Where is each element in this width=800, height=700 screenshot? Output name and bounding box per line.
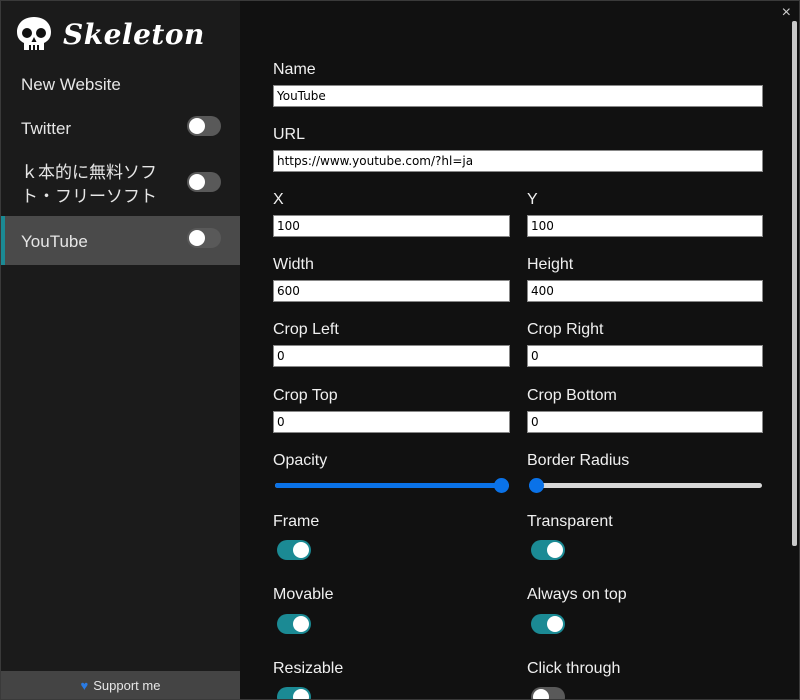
name-label: Name — [273, 61, 316, 78]
url-label: URL — [273, 126, 306, 143]
crop-right-input[interactable]: 0 — [527, 345, 763, 367]
click-through-toggle[interactable] — [531, 687, 565, 699]
transparent-toggle[interactable] — [531, 540, 565, 560]
url-input[interactable]: https://www.youtube.com/?hl=ja — [273, 150, 763, 172]
sidebar-item-youtube[interactable]: YouTube — [1, 216, 240, 265]
width-input[interactable]: 600 — [273, 280, 510, 302]
toggle-knob — [547, 616, 563, 632]
crop-right-label: Crop Right — [527, 321, 604, 338]
frame-toggle[interactable] — [277, 540, 311, 560]
toggle-knob — [293, 542, 309, 558]
click-through-label: Click through — [527, 660, 621, 677]
resizable-label: Resizable — [273, 660, 344, 677]
height-input[interactable]: 400 — [527, 280, 763, 302]
support-me-button[interactable]: ♥ Support me — [1, 671, 240, 699]
opacity-slider[interactable] — [275, 475, 509, 495]
opacity-label: Opacity — [273, 452, 328, 469]
new-website-button[interactable]: New Website — [21, 75, 121, 95]
crop-bottom-label: Crop Bottom — [527, 387, 617, 404]
toggle-knob — [189, 230, 205, 246]
resizable-toggle[interactable] — [277, 687, 311, 699]
active-indicator — [1, 216, 5, 265]
always-on-top-toggle[interactable] — [531, 614, 565, 634]
toggle-knob — [547, 542, 563, 558]
toggle-knob — [189, 118, 205, 134]
sidebar-item-toggle[interactable] — [187, 172, 221, 192]
sidebar-item-label: ｋ本的に無料ソフト・フリーソフト — [21, 163, 157, 206]
width-label: Width — [273, 256, 314, 273]
toggle-knob — [293, 616, 309, 632]
sidebar: Skeleton New Website Twitter ｋ本的に無料ソフト・フ… — [1, 1, 240, 699]
support-label: Support me — [93, 677, 161, 693]
sidebar-item-label: Twitter — [21, 119, 72, 138]
crop-left-input[interactable]: 0 — [273, 345, 510, 367]
border-radius-label: Border Radius — [527, 452, 630, 469]
app-logo: Skeleton — [15, 15, 205, 53]
scrollbar[interactable] — [792, 21, 797, 546]
sidebar-item-twitter[interactable]: Twitter — [1, 112, 240, 142]
heart-icon: ♥ — [80, 677, 89, 693]
skull-icon — [17, 17, 51, 50]
sidebar-item-free-software[interactable]: ｋ本的に無料ソフト・フリーソフト — [1, 156, 240, 210]
height-label: Height — [527, 256, 574, 273]
crop-bottom-input[interactable]: 0 — [527, 411, 763, 433]
slider-thumb[interactable] — [529, 478, 544, 493]
name-input[interactable]: YouTube — [273, 85, 763, 107]
app-window: Skeleton New Website Twitter ｋ本的に無料ソフト・フ… — [0, 0, 800, 700]
y-label: Y — [527, 191, 538, 208]
x-label: X — [273, 191, 284, 208]
close-icon[interactable]: × — [782, 4, 791, 22]
slider-fill — [275, 483, 502, 488]
toggle-knob — [293, 689, 309, 699]
movable-label: Movable — [273, 586, 334, 603]
movable-toggle[interactable] — [277, 614, 311, 634]
transparent-label: Transparent — [527, 513, 613, 530]
sidebar-item-toggle[interactable] — [187, 116, 221, 136]
crop-left-label: Crop Left — [273, 321, 339, 338]
slider-track — [529, 483, 762, 488]
crop-top-input[interactable]: 0 — [273, 411, 510, 433]
toggle-knob — [189, 174, 205, 190]
sidebar-item-label: YouTube — [21, 232, 88, 251]
frame-label: Frame — [273, 513, 320, 530]
always-on-top-label: Always on top — [527, 586, 627, 603]
y-input[interactable]: 100 — [527, 215, 763, 237]
crop-top-label: Crop Top — [273, 387, 338, 404]
toggle-knob — [533, 689, 549, 699]
slider-thumb[interactable] — [494, 478, 509, 493]
sidebar-item-toggle[interactable] — [187, 228, 221, 248]
app-title: Skeleton — [63, 17, 205, 51]
border-radius-slider[interactable] — [529, 475, 762, 495]
x-input[interactable]: 100 — [273, 215, 510, 237]
